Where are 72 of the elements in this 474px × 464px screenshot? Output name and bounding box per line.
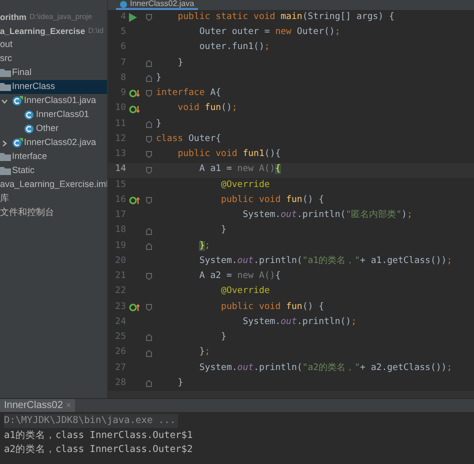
line-number: 22 [114, 285, 126, 298]
line-number: 21 [114, 270, 126, 284]
tree-item[interactable]: 文件和控制台 [0, 206, 54, 220]
code-line: } [156, 72, 162, 85]
line-number: 9 [120, 87, 126, 100]
code-line: System.out.println("a1的类名，"+ a1.getClass()); [198, 254, 452, 268]
tree-item[interactable]: orithm [0, 10, 26, 24]
code-line: interface A{ [156, 87, 222, 100]
code-line: } [156, 118, 162, 131]
code-line: System.out.println("a2的类名，"+ a2.getClass()); [198, 362, 452, 375]
code-line: class Outer{ [156, 132, 222, 146]
line-number: 14 [114, 163, 126, 176]
line-number: 6 [120, 41, 126, 54]
line-number: 18 [114, 224, 126, 238]
line-number: 13 [114, 148, 126, 162]
run-tab[interactable]: InnerClass02 × [0, 399, 76, 412]
line-number: 25 [114, 331, 126, 344]
tree-item[interactable]: InnerClass01 [36, 108, 90, 122]
line-number: 11 [114, 118, 126, 131]
code-line: } [176, 56, 184, 70]
line-number: 17 [114, 209, 126, 222]
java-file-icon [12, 138, 23, 148]
code-line: Outer outer = new Outer(); [198, 26, 340, 40]
code-line: public void fun() { [220, 300, 324, 314]
code-line: System.out.println("匿名内部类"); [242, 209, 412, 222]
code-line: void fun(); [176, 102, 238, 116]
tree-item[interactable]: Final [12, 66, 32, 80]
tree-item[interactable]: InnerClass02.java [24, 136, 96, 150]
line-number: 28 [114, 376, 126, 390]
tree-item[interactable]: 库 [0, 192, 9, 206]
line-number: 26 [114, 346, 126, 360]
code-line: public void fun1(){ [176, 148, 281, 162]
folder-icon [0, 152, 11, 162]
code-line: outer.fun1(); [198, 41, 270, 54]
tree-item[interactable]: a_Learning_Exercise [0, 24, 86, 38]
line-number: 4 [120, 10, 126, 24]
code-line: } [220, 331, 226, 344]
code-line: public void fun() { [220, 194, 324, 207]
code-line: @Override [220, 285, 270, 298]
code-line: @Override [220, 178, 270, 192]
line-number: 23 [114, 300, 126, 314]
line-number: 19 [114, 240, 126, 253]
code-line: A a1 = new A(){ [198, 163, 281, 176]
code-line: }; [198, 240, 210, 253]
code-line: System.out.println(); [242, 316, 357, 329]
line-number: 27 [114, 362, 126, 375]
folder-icon [0, 82, 11, 92]
code-line: } [176, 376, 184, 390]
tree-item[interactable]: InnerClass01.java [24, 94, 96, 108]
code-line: } [220, 224, 226, 238]
tree-item[interactable]: Interface [12, 150, 48, 164]
tree-item[interactable]: Static [12, 164, 35, 178]
code-line: A a2 = new A(){ [198, 270, 281, 284]
line-number: 16 [114, 194, 126, 207]
line-number: 8 [120, 72, 126, 85]
folder-icon [0, 166, 11, 176]
line-number: 10 [114, 102, 126, 116]
line-number: 7 [120, 56, 126, 70]
line-number: 24 [114, 316, 126, 329]
console-line: a1的类名，class InnerClass.Outer$1 [4, 428, 193, 443]
tree-item[interactable]: src [0, 52, 12, 66]
line-number: 5 [120, 26, 126, 40]
folder-icon [0, 68, 11, 78]
line-number: 15 [114, 178, 126, 192]
code-line: public static void main(String[] args) { [176, 10, 394, 24]
line-number: 20 [114, 254, 126, 268]
tree-item[interactable]: Other [36, 122, 59, 136]
code-line: }; [198, 346, 210, 360]
line-number: 12 [114, 132, 126, 146]
java-file-icon [12, 96, 23, 106]
console-line: a2的类名，class InnerClass.Outer$2 [4, 443, 193, 458]
tree-item[interactable]: out [0, 38, 13, 52]
